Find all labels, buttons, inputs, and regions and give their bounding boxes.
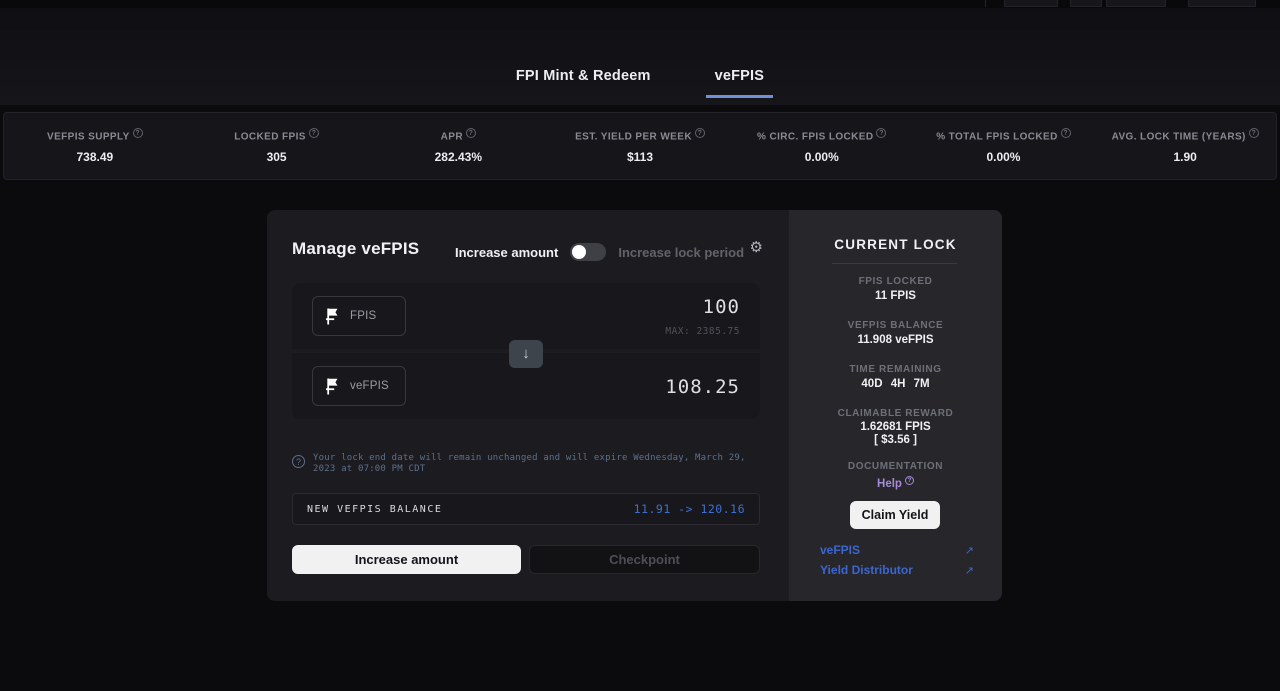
tab-fpi-mint-redeem[interactable]: FPI Mint & Redeem — [507, 68, 660, 98]
stat-value: 0.00% — [986, 149, 1021, 164]
claimable-reward-value: 1.62681 FPIS — [860, 421, 931, 433]
question-mark-icon[interactable]: ? — [308, 128, 319, 139]
gear-icon[interactable]: ⚙ — [750, 240, 763, 255]
stat-value: 738.49 — [76, 149, 114, 164]
panel-title: Manage veFPIS — [292, 239, 420, 258]
manage-panel: Manage veFPIS Increase amount Increase l… — [267, 210, 789, 601]
mode-toggle-switch[interactable] — [570, 243, 607, 261]
token-selector-fpis[interactable]: FPIS — [312, 296, 406, 336]
token-label: FPIS — [350, 310, 377, 322]
claimable-reward-label: CLAIMABLE REWARD — [837, 408, 954, 419]
to-amount-value: 108.25 — [665, 376, 740, 398]
stat-label: APR — [440, 131, 463, 143]
link-label: veFPIS — [820, 543, 861, 557]
external-link-icon: ↗ — [964, 544, 974, 557]
toggle-label-increase-lock-period[interactable]: Increase lock period — [618, 245, 744, 260]
header-divider — [985, 0, 986, 7]
stat-circ-fpis-locked: % CIRC. FPIS LOCKED? 0.00% — [731, 128, 913, 164]
stat-avg-lock-time: AVG. LOCK TIME (YEARS)? 1.90 — [1094, 128, 1276, 164]
stat-value: 0.00% — [804, 149, 839, 164]
vefpis-token-icon — [326, 378, 338, 394]
stat-label: VEFPIS SUPPLY — [47, 131, 130, 143]
new-balance-bar: NEW VEFPIS BALANCE 11.91 -> 120.16 — [292, 493, 760, 525]
help-link-label: Help — [877, 477, 902, 490]
claimable-reward-usd: [ $3.56 ] — [874, 434, 917, 446]
increase-amount-button[interactable]: Increase amount — [292, 545, 521, 574]
lock-note-text: Your lock end date will remain unchanged… — [313, 453, 746, 474]
external-link-icon: ↗ — [964, 564, 974, 577]
header-cutoff-box — [1188, 0, 1256, 7]
header-remnant — [0, 0, 1280, 8]
action-buttons: Increase amount Checkpoint — [292, 545, 760, 574]
stat-label: % TOTAL FPIS LOCKED — [936, 131, 1058, 143]
fpis-locked-value: 11 FPIS — [875, 290, 916, 302]
stat-total-fpis-locked: % TOTAL FPIS LOCKED? 0.00% — [913, 128, 1095, 164]
header-cutoff-box — [1004, 0, 1058, 7]
vefpis-balance-label: VEFPIS BALANCE — [847, 320, 944, 331]
current-lock-title: CURRENT LOCK — [834, 237, 957, 252]
stats-bar: VEFPIS SUPPLY? 738.49 LOCKED FPIS? 305 A… — [3, 112, 1277, 180]
new-balance-value: 11.91 -> 120.16 — [633, 502, 745, 516]
header-cutoff-box — [1070, 0, 1102, 7]
new-balance-label: NEW VEFPIS BALANCE — [307, 503, 443, 515]
token-selector-vefpis[interactable]: veFPIS — [312, 366, 406, 406]
question-mark-icon: ? — [292, 455, 305, 468]
header-cutoff-box — [1106, 0, 1166, 7]
stat-est-yield-per-week: EST. YIELD PER WEEK? $113 — [549, 128, 731, 164]
token-label: veFPIS — [350, 380, 389, 392]
stat-apr: APR? 282.43% — [367, 128, 549, 164]
vefpis-external-link[interactable]: veFPIS ↗ — [820, 543, 974, 557]
tab-vefpis[interactable]: veFPIS — [705, 68, 774, 98]
page-tabs: FPI Mint & Redeem veFPIS — [0, 68, 1280, 98]
question-mark-icon[interactable]: ? — [132, 128, 143, 139]
stat-vefpis-supply: VEFPIS SUPPLY? 738.49 — [4, 128, 186, 164]
lock-note: ? Your lock end date will remain unchang… — [292, 453, 766, 475]
divider — [832, 263, 957, 264]
time-remaining-value: 40D 4H 7M — [861, 378, 930, 390]
from-amount-input[interactable]: 100 — [703, 296, 740, 318]
down-arrow-button[interactable]: ↓ — [509, 340, 543, 368]
stat-locked-fpis: LOCKED FPIS? 305 — [186, 128, 368, 164]
link-label: Yield Distributor — [820, 563, 913, 577]
question-mark-icon: ? — [904, 476, 914, 485]
stat-label: AVG. LOCK TIME (YEARS) — [1111, 131, 1246, 143]
manage-card: Manage veFPIS Increase amount Increase l… — [267, 210, 1002, 601]
time-remaining-label: TIME REMAINING — [849, 364, 942, 375]
down-arrow-icon: ↓ — [522, 345, 530, 362]
help-link[interactable]: Help? — [789, 476, 1002, 490]
stat-value: 305 — [266, 149, 287, 164]
stat-value: 1.90 — [1173, 149, 1197, 164]
stat-label: LOCKED FPIS — [234, 131, 306, 143]
question-mark-icon[interactable]: ? — [876, 128, 887, 139]
fpis-token-icon — [326, 308, 338, 324]
documentation-label: DOCUMENTATION — [847, 461, 944, 472]
question-mark-icon[interactable]: ? — [694, 128, 705, 139]
toggle-knob — [572, 245, 587, 259]
fpis-locked-label: FPIS LOCKED — [858, 276, 933, 287]
question-mark-icon[interactable]: ? — [465, 128, 476, 139]
stat-label: % CIRC. FPIS LOCKED — [756, 131, 874, 143]
claim-yield-button[interactable]: Claim Yield — [850, 501, 940, 529]
checkpoint-button[interactable]: Checkpoint — [529, 545, 760, 574]
max-balance-button[interactable]: MAX: 2385.75 — [665, 326, 740, 337]
toggle-label-increase-amount[interactable]: Increase amount — [455, 245, 558, 260]
question-mark-icon[interactable]: ? — [1060, 128, 1071, 139]
stat-label: EST. YIELD PER WEEK — [575, 131, 692, 143]
current-lock-panel: CURRENT LOCK FPIS LOCKED 11 FPIS VEFPIS … — [789, 210, 1002, 601]
vefpis-balance-value: 11.908 veFPIS — [857, 334, 934, 346]
stat-value: 282.43% — [434, 149, 482, 164]
question-mark-icon[interactable]: ? — [1248, 128, 1259, 139]
tab-strip: FPI Mint & Redeem veFPIS — [0, 8, 1280, 105]
stat-value: $113 — [626, 149, 654, 164]
mode-toggle-group: Increase amount Increase lock period — [455, 243, 744, 261]
yield-distributor-external-link[interactable]: Yield Distributor ↗ — [820, 563, 974, 577]
vefpis-page: FPI Mint & Redeem veFPIS VEFPIS SUPPLY? … — [0, 0, 1280, 691]
